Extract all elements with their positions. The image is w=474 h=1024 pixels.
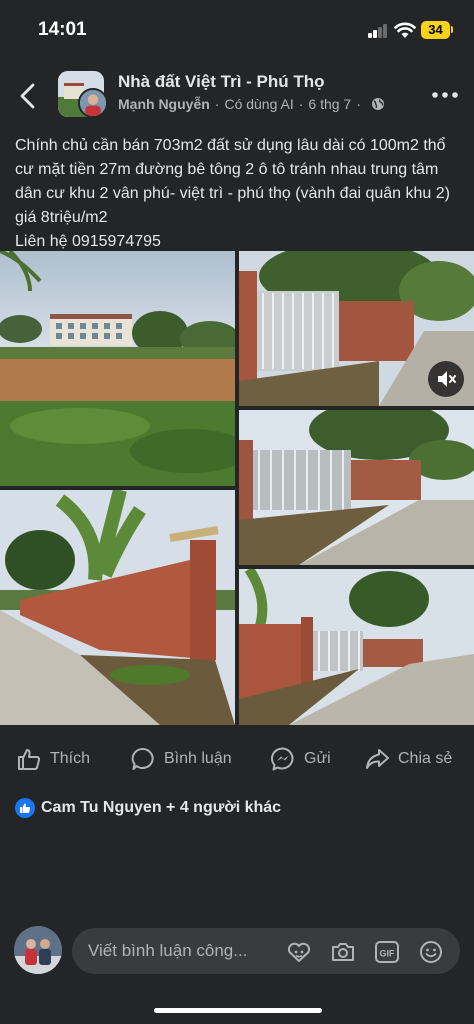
share-button[interactable]: Chia sẻ [364, 742, 452, 776]
battery-tip [451, 26, 453, 33]
post-text: Chính chủ cần bán 703m2 đất sử dụng lâu … [15, 134, 465, 254]
gif-icon[interactable]: GIF [374, 939, 400, 965]
post-meta: Mạnh Nguyễn · Có dùng AI · 6 thg 7 · [118, 96, 385, 112]
reactions-summary[interactable]: Cam Tu Nguyen + 4 người khác [15, 797, 281, 819]
globe-icon [371, 98, 384, 110]
meta-separator: · [356, 96, 361, 112]
gif-label: GIF [380, 949, 396, 959]
photo-3[interactable] [239, 410, 474, 565]
photo-5[interactable] [239, 569, 474, 725]
back-icon[interactable] [14, 80, 42, 112]
reactions-text: Cam Tu Nguyen + 4 người khác [41, 799, 282, 816]
photo-4[interactable] [0, 490, 235, 725]
comment-icon [131, 747, 154, 770]
meta-separator: · [298, 96, 304, 112]
mute-button[interactable] [428, 361, 464, 397]
author-name[interactable]: Mạnh Nguyễn [118, 96, 210, 112]
status-bar: 14:01 34 [0, 0, 474, 60]
like-button[interactable]: Thích [16, 742, 90, 776]
meta-separator: · [214, 96, 220, 112]
comment-label: Bình luận [164, 750, 232, 767]
comment-bar: Viết bình luận công... GIF [0, 920, 474, 980]
comment-placeholder: Viết bình luận công... [88, 941, 248, 960]
group-name[interactable]: Nhà đất Việt Trì - Phú Thọ [118, 72, 325, 92]
ai-label[interactable]: Có dùng AI [224, 96, 293, 112]
comment-button[interactable]: Bình luận [130, 742, 232, 776]
post-actions: Thích Bình luận Gửi Chia sẻ [0, 742, 474, 776]
battery-icon: 34 [421, 21, 450, 39]
my-avatar[interactable] [14, 926, 62, 974]
avatar-sticker-icon[interactable] [286, 939, 312, 965]
messenger-icon [270, 747, 294, 771]
send-label: Gửi [304, 750, 331, 767]
emoji-icon[interactable] [418, 939, 444, 965]
home-indicator[interactable] [154, 1008, 322, 1013]
share-label: Chia sẻ [398, 750, 453, 767]
like-label: Thích [50, 750, 91, 767]
more-icon[interactable] [430, 88, 460, 102]
wifi-icon [394, 22, 416, 38]
comment-input[interactable]: Viết bình luận công... GIF [72, 928, 460, 974]
post-body: Chính chủ cần bán 703m2 đất sử dụng lâu … [15, 137, 450, 250]
author-avatar[interactable] [78, 88, 108, 118]
camera-icon[interactable] [330, 939, 356, 965]
send-button[interactable]: Gửi [270, 742, 331, 776]
status-time: 14:01 [38, 19, 87, 40]
post-date[interactable]: 6 thg 7 [308, 96, 351, 112]
speaker-muted-icon [438, 371, 456, 387]
like-reaction-icon [15, 798, 35, 818]
share-icon [366, 749, 389, 769]
signal-icon [368, 24, 388, 38]
thumbs-up-icon [18, 749, 41, 770]
photo-1[interactable] [0, 251, 235, 486]
